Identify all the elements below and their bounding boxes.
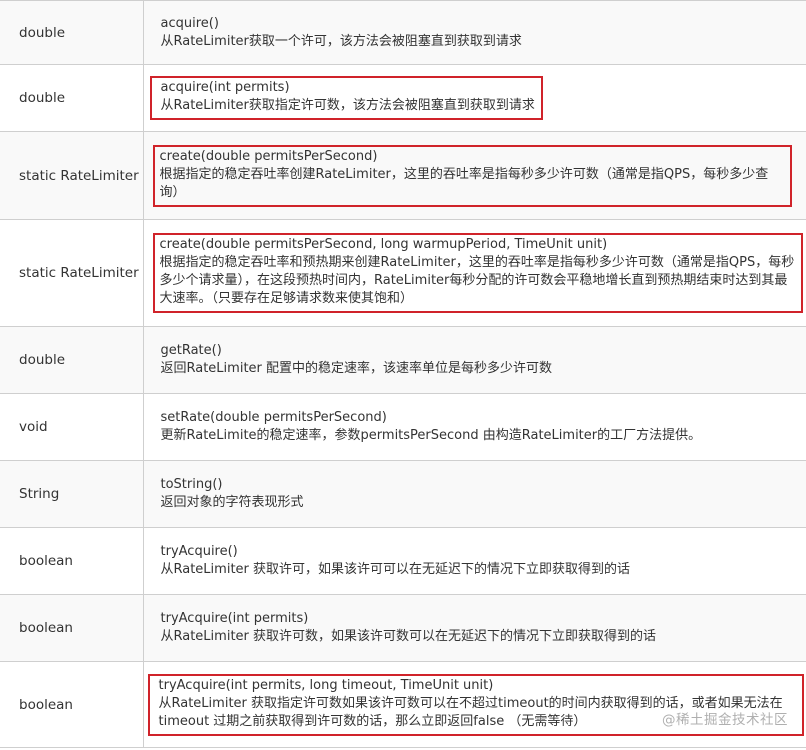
method-cell: acquire(int permits) 从RateLimiter获取指定许可数…: [143, 64, 806, 132]
method-description: 从RateLimiter获取一个许可，该方法会被阻塞直到获取到请求: [160, 33, 522, 49]
method-description: 从RateLimiter 获取许可，如果该许可可以在无延迟下的情况下立即获取得到…: [160, 562, 631, 577]
table-row: static RateLimiter create(double permits…: [0, 219, 806, 327]
method-description: 更新RateLimite的稳定速率，参数permitsPerSecond 由构造…: [160, 428, 702, 443]
return-type-cell: double: [0, 0, 144, 65]
return-type-cell: double: [0, 326, 144, 394]
method-description: 根据指定的稳定吞吐率创建RateLimiter，这里的吞吐率是指每秒多少许可数（…: [159, 166, 769, 200]
method-block: tryAcquire(int permits) 从RateLimiter 获取许…: [160, 610, 795, 646]
method-cell: tryAcquire(int permits) 从RateLimiter 获取许…: [143, 594, 806, 662]
method-signature: getRate(): [160, 343, 222, 358]
method-description: 根据指定的稳定吞吐率和预热期来创建RateLimiter，这里的吞吐率是指每秒多…: [159, 255, 795, 306]
return-type-cell: boolean: [0, 661, 144, 748]
method-signature: create(double permitsPerSecond, long war…: [159, 237, 608, 252]
method-block: toString() 返回对象的字符表现形式: [160, 476, 795, 512]
return-type-cell: static RateLimiter: [0, 219, 144, 327]
return-type-cell: String: [0, 460, 144, 528]
table-row: static RateLimiter create(double permits…: [0, 131, 806, 220]
method-signature: acquire(): [160, 15, 219, 31]
method-signature: acquire(int permits): [160, 80, 290, 95]
method-description: 返回RateLimiter 配置中的稳定速率，该速率单位是每秒多少许可数: [160, 361, 553, 376]
method-signature: toString(): [160, 477, 223, 492]
highlight-box: create(double permitsPerSecond, long war…: [152, 233, 803, 313]
method-description: 从RateLimiter 获取许可数，如果该许可数可以在无延迟下的情况下立即获取…: [160, 629, 657, 644]
return-type-cell: static RateLimiter: [0, 131, 144, 220]
return-type-cell: double: [0, 64, 144, 132]
highlight-box: acquire(int permits) 从RateLimiter获取指定许可数…: [149, 76, 543, 120]
highlight-box: create(double permitsPerSecond) 根据指定的稳定吞…: [152, 144, 792, 207]
method-block: setRate(double permitsPerSecond) 更新RateL…: [160, 409, 795, 445]
table-row: boolean tryAcquire(int permits) 从RateLim…: [0, 594, 806, 662]
method-block: acquire() 从RateLimiter获取一个许可，该方法会被阻塞直到获取…: [160, 15, 795, 51]
method-cell: tryAcquire(int permits, long timeout, Ti…: [143, 661, 806, 748]
table-row: String toString() 返回对象的字符表现形式: [0, 460, 806, 528]
method-signature: setRate(double permitsPerSecond): [160, 410, 387, 425]
method-cell: toString() 返回对象的字符表现形式: [143, 460, 806, 528]
table-row: boolean tryAcquire() 从RateLimiter 获取许可，如…: [0, 527, 806, 595]
method-cell: setRate(double permitsPerSecond) 更新RateL…: [143, 393, 806, 461]
method-cell: acquire() 从RateLimiter获取一个许可，该方法会被阻塞直到获取…: [143, 0, 806, 65]
return-type-cell: void: [0, 393, 144, 461]
method-signature: tryAcquire(int permits): [160, 611, 309, 626]
method-description: 返回对象的字符表现形式: [160, 495, 304, 510]
table-row: boolean tryAcquire(int permits, long tim…: [0, 661, 806, 748]
method-signature: tryAcquire(): [160, 544, 238, 559]
method-cell: create(double permitsPerSecond) 根据指定的稳定吞…: [143, 131, 806, 220]
return-type-cell: boolean: [0, 527, 144, 595]
table-row: void setRate(double permitsPerSecond) 更新…: [0, 393, 806, 461]
method-block: getRate() 返回RateLimiter 配置中的稳定速率，该速率单位是每…: [160, 342, 795, 378]
table-row: double acquire(int permits) 从RateLimiter…: [0, 64, 806, 132]
method-summary-table: double acquire() 从RateLimiter获取一个许可，该方法会…: [0, 0, 806, 748]
table-row: double getRate() 返回RateLimiter 配置中的稳定速率，…: [0, 326, 806, 394]
return-type-cell: boolean: [0, 594, 144, 662]
method-cell: tryAcquire() 从RateLimiter 获取许可，如果该许可可以在无…: [143, 527, 806, 595]
method-description: 从RateLimiter 获取指定许可数如果该许可数可以在不超过timeout的…: [158, 695, 783, 729]
table-row: double acquire() 从RateLimiter获取一个许可，该方法会…: [0, 0, 806, 65]
method-cell: create(double permitsPerSecond, long war…: [143, 219, 806, 327]
method-signature: create(double permitsPerSecond): [159, 148, 378, 164]
method-description: 从RateLimiter获取指定许可数，该方法会被阻塞直到获取到请求: [160, 98, 535, 113]
method-signature: tryAcquire(int permits, long timeout, Ti…: [158, 677, 494, 693]
method-cell: getRate() 返回RateLimiter 配置中的稳定速率，该速率单位是每…: [143, 326, 806, 394]
method-block: tryAcquire() 从RateLimiter 获取许可，如果该许可可以在无…: [160, 543, 795, 579]
highlight-box: tryAcquire(int permits, long timeout, Ti…: [147, 673, 804, 736]
